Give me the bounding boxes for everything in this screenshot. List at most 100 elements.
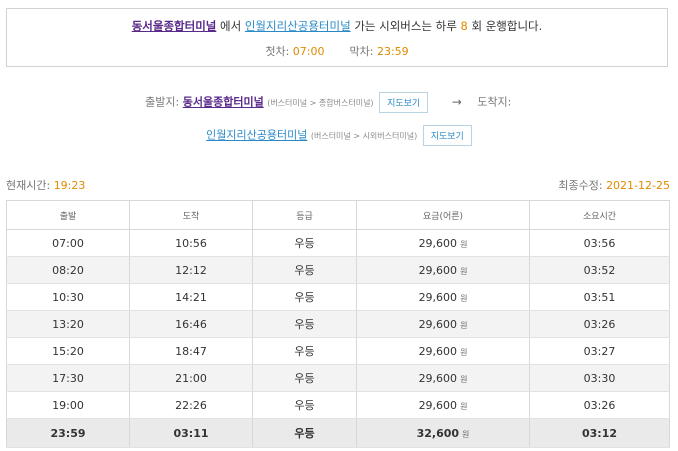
- currency-unit: 원: [460, 266, 468, 276]
- fare-cell: 29,600 원: [356, 229, 530, 257]
- duration-cell: 03:12: [529, 418, 670, 448]
- departure-terminal-link[interactable]: 동서울종합터미널: [183, 96, 264, 109]
- bus-grade-value: 우등: [294, 264, 315, 277]
- bus-grade-cell: 우등: [252, 337, 357, 365]
- departure-time-cell: 23:59: [6, 418, 130, 448]
- duration-cell: 03:26: [529, 391, 670, 419]
- table-row: 23:59 03:11 우등 32,600 원 03:12: [6, 418, 670, 448]
- duration-value: 03:26: [583, 398, 616, 412]
- schedule-summary-box: 동서울종합터미널 에서 인월지리산공용터미널 가는 시외버스는 하루 8 회 운…: [6, 8, 668, 67]
- duration-value: 03:12: [581, 426, 617, 440]
- destination-terminal-link[interactable]: 인월지리산공용터미널: [245, 19, 351, 33]
- currency-unit: 원: [460, 239, 468, 249]
- arrow-icon: →: [451, 94, 462, 109]
- first-last-bus: 첫차: 07:00 막차: 23:59: [7, 43, 667, 59]
- header-duration: 소요시간: [529, 200, 670, 230]
- departure-time-cell: 10:30: [6, 283, 130, 311]
- currency-unit: 원: [460, 293, 468, 303]
- arrival-time-value: 21:00: [175, 371, 207, 385]
- origin-terminal-link[interactable]: 동서울종합터미널: [132, 19, 217, 33]
- departure-time-cell: 07:00: [6, 229, 130, 257]
- arrival-time-cell: 14:21: [129, 283, 253, 311]
- departure-time-cell: 17:30: [6, 364, 130, 392]
- arrival-time-value: 22:26: [175, 398, 207, 412]
- arrival-time-cell: 21:00: [129, 364, 253, 392]
- last-modified-value: 2021-12-25: [606, 179, 670, 192]
- bus-grade-value: 우등: [294, 237, 315, 250]
- fare-value: 32,600: [416, 426, 460, 440]
- table-row: 13:20 16:46 우등 29,600 원 03:26: [6, 310, 670, 338]
- bus-grade-value: 우등: [294, 345, 315, 358]
- departure-time-value: 10:30: [52, 290, 84, 304]
- arrival-map-button[interactable]: 지도보기: [422, 125, 472, 146]
- current-time: 현재시간: 19:23: [6, 177, 85, 193]
- currency-unit: 원: [460, 347, 468, 357]
- fare-cell: 29,600 원: [356, 391, 530, 419]
- bus-grade-cell: 우등: [252, 391, 357, 419]
- duration-cell: 03:30: [529, 364, 670, 392]
- bus-grade-cell: 우등: [252, 364, 357, 392]
- bus-grade-value: 우등: [294, 291, 315, 304]
- bus-grade-cell: 우등: [252, 310, 357, 338]
- fare-value: 29,600: [418, 236, 458, 250]
- arrival-time-value: 18:47: [175, 344, 207, 358]
- arrival-time-cell: 16:46: [129, 310, 253, 338]
- header-departure: 출발: [6, 200, 130, 230]
- fare-cell: 29,600 원: [356, 364, 530, 392]
- arrival-label: 도착지:: [477, 95, 512, 109]
- duration-value: 03:56: [583, 236, 616, 250]
- route-arrival-row: 인월지리산공용터미널 (버스터미널 > 시외버스터미널) 지도보기: [0, 125, 678, 147]
- arrival-time-cell: 12:12: [129, 256, 253, 284]
- fare-value: 29,600: [418, 317, 458, 331]
- timetable: 출발 도착 등급 요금(어른) 소요시간 07:00 10:56 우등 29,600 원…: [6, 200, 670, 448]
- arrival-terminal-link[interactable]: 인월지리산공용터미널: [206, 129, 307, 142]
- first-bus-label: 첫차:: [265, 45, 290, 58]
- duration-cell: 03:51: [529, 283, 670, 311]
- daily-trip-count: 8: [460, 19, 468, 33]
- duration-cell: 03:26: [529, 310, 670, 338]
- bus-grade-cell: 우등: [252, 418, 357, 448]
- duration-cell: 03:52: [529, 256, 670, 284]
- table-row: 07:00 10:56 우등 29,600 원 03:56: [6, 229, 670, 257]
- arrival-time-cell: 10:56: [129, 229, 253, 257]
- table-row: 10:30 14:21 우등 29,600 원 03:51: [6, 283, 670, 311]
- fare-cell: 29,600 원: [356, 256, 530, 284]
- table-header-row: 출발 도착 등급 요금(어른) 소요시간: [6, 200, 670, 230]
- table-row: 15:20 18:47 우등 29,600 원 03:27: [6, 337, 670, 365]
- currency-unit: 원: [460, 374, 468, 384]
- departure-time-value: 08:20: [52, 263, 84, 277]
- fare-value: 29,600: [418, 290, 458, 304]
- bus-grade-cell: 우등: [252, 229, 357, 257]
- fare-value: 29,600: [418, 344, 458, 358]
- arrival-time-cell: 18:47: [129, 337, 253, 365]
- departure-time-value: 17:30: [52, 371, 84, 385]
- bus-grade-cell: 우등: [252, 256, 357, 284]
- table-row: 17:30 21:00 우등 29,600 원 03:30: [6, 364, 670, 392]
- departure-category: (버스터미널 > 종합버스터미널): [267, 98, 374, 108]
- table-row: 19:00 22:26 우등 29,600 원 03:26: [6, 391, 670, 419]
- departure-map-button[interactable]: 지도보기: [379, 92, 429, 113]
- departure-time-value: 23:59: [50, 426, 86, 440]
- current-time-value: 19:23: [53, 179, 86, 192]
- currency-unit: 원: [462, 429, 470, 439]
- duration-value: 03:30: [583, 371, 616, 385]
- duration-value: 03:26: [583, 317, 616, 331]
- current-time-label: 현재시간:: [6, 179, 51, 192]
- fare-value: 29,600: [418, 263, 458, 277]
- departure-time-value: 19:00: [52, 398, 84, 412]
- header-grade: 등급: [252, 200, 357, 230]
- last-modified: 최종수정: 2021-12-25: [558, 177, 670, 193]
- arrival-time-cell: 03:11: [129, 418, 253, 448]
- departure-time-value: 07:00: [52, 236, 84, 250]
- bus-grade-value: 우등: [294, 372, 315, 385]
- departure-time-cell: 15:20: [6, 337, 130, 365]
- arrival-time-value: 03:11: [173, 426, 209, 440]
- fare-cell: 29,600 원: [356, 337, 530, 365]
- departure-time-cell: 13:20: [6, 310, 130, 338]
- duration-cell: 03:56: [529, 229, 670, 257]
- currency-unit: 원: [460, 320, 468, 330]
- route-departure-row: 출발지: 동서울종합터미널 (버스터미널 > 종합버스터미널) 지도보기 → 도…: [0, 92, 678, 114]
- departure-time-cell: 08:20: [6, 256, 130, 284]
- header-arrival: 도착: [129, 200, 253, 230]
- currency-unit: 원: [460, 401, 468, 411]
